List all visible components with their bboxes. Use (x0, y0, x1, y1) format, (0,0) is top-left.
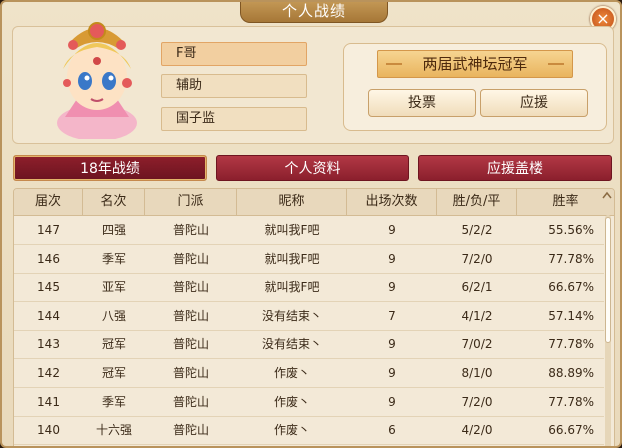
personal-record-window: 个人战绩 × F哥 辅助 国子监 两届武神坛冠军 投票 应援 18年战绩 个人资… (0, 0, 622, 448)
table-cell: 作废丶 (273, 394, 310, 409)
table-cell: 66.67% (548, 280, 594, 295)
record-table: 届次 名次 门派 昵称 出场次数 胜/负/平 胜率 147 四强 普陀山 就叫我F吧 9… (13, 188, 615, 446)
table-cell: 普陀山 (172, 251, 209, 266)
table-cell: 普陀山 (172, 337, 209, 352)
table-row[interactable]: 141 季军 普陀山 作废丶 9 7/2/0 77.78% (14, 388, 604, 417)
table-row[interactable]: 142 冠军 普陀山 作废丶 9 8/1/0 88.89% (14, 359, 604, 388)
table-cell: 9 (388, 394, 396, 409)
table-cell: 141 (37, 394, 60, 409)
table-cell: 季军 (101, 394, 126, 409)
table-cell: 普陀山 (172, 366, 209, 380)
table-cell: 4/2/0 (461, 423, 493, 438)
table-cell: 就叫我F吧 (264, 223, 320, 237)
table-cell: 就叫我F吧 (264, 251, 320, 266)
table-row[interactable]: 146 季军 普陀山 就叫我F吧 9 7/2/0 77.78% (14, 245, 604, 274)
table-cell: 57.14% (548, 308, 594, 323)
table-cell: 普陀山 (172, 423, 209, 438)
table-cell: 9 (388, 280, 396, 295)
scroll-up-icon[interactable] (602, 191, 612, 199)
tab-record[interactable]: 18年战绩 (13, 155, 207, 181)
table-cell: 作废丶 (273, 366, 310, 380)
table-cell: 140 (37, 423, 60, 438)
table-cell: 66.67% (548, 423, 594, 438)
table-cell: 4/1/2 (461, 308, 493, 323)
table-cell: 没有结束丶 (261, 308, 322, 323)
table-cell: 普陀山 (172, 223, 209, 237)
player-role-field: 辅助 (161, 74, 307, 98)
table-row[interactable]: 140 十六强 普陀山 作废丶 6 4/2/0 66.67% (14, 416, 604, 446)
table-cell: 9 (388, 251, 396, 266)
scrollbar-thumb[interactable] (605, 217, 611, 343)
player-school-field: 国子监 (161, 107, 307, 131)
table-cell: 季军 (101, 251, 126, 266)
character-portrait (57, 22, 137, 139)
table-cell: 普陀山 (172, 308, 209, 323)
table-cell: 没有结束丶 (261, 337, 322, 352)
table-cell: 普陀山 (172, 280, 209, 295)
header-season: 届次 (14, 189, 83, 215)
table-cell: 7/0/2 (461, 337, 493, 352)
table-cell: 8/1/0 (461, 366, 493, 380)
table-cell: 142 (37, 366, 60, 380)
support-button[interactable]: 应援 (480, 89, 588, 117)
table-cell: 147 (37, 223, 60, 237)
header-rank: 名次 (83, 189, 145, 215)
window-title: 个人战绩 (240, 2, 388, 23)
player-name-field: F哥 (161, 42, 307, 66)
table-cell: 作废丶 (273, 423, 310, 438)
table-cell: 冠军 (101, 366, 126, 380)
table-cell: 八强 (101, 308, 126, 323)
table-row[interactable]: 143 冠军 普陀山 没有结束丶 9 7/0/2 77.78% (14, 330, 604, 360)
table-cell: 9 (388, 223, 396, 237)
table-row[interactable]: 145 亚军 普陀山 就叫我F吧 9 6/2/1 66.67% (14, 273, 604, 303)
profile-panel: F哥 辅助 国子监 两届武神坛冠军 投票 应援 (12, 22, 614, 144)
scrollbar[interactable] (605, 215, 611, 446)
table-cell: 7/2/0 (461, 251, 493, 266)
table-cell: 7/2/0 (461, 394, 493, 409)
table-row[interactable]: 144 八强 普陀山 没有结束丶 7 4/1/2 57.14% (14, 302, 604, 331)
table-cell: 就叫我F吧 (264, 280, 320, 295)
table-cell: 9 (388, 337, 396, 352)
table-cell: 146 (37, 251, 60, 266)
table-cell: 9 (388, 366, 396, 380)
table-cell: 亚军 (101, 280, 126, 295)
header-win-rate: 胜率 (552, 194, 579, 209)
table-cell: 88.89% (548, 366, 594, 380)
table-cell: 77.78% (548, 251, 594, 266)
table-cell: 6/2/1 (461, 280, 493, 295)
table-cell: 6 (388, 423, 396, 438)
vote-button[interactable]: 投票 (368, 89, 476, 117)
table-header: 届次 名次 门派 昵称 出场次数 胜/负/平 胜率 (14, 189, 614, 216)
table-cell: 145 (37, 280, 60, 295)
table-cell: 5/2/2 (461, 223, 493, 237)
table-cell: 77.78% (548, 337, 594, 352)
honor-title: 两届武神坛冠军 (377, 50, 573, 78)
header-school: 门派 (145, 189, 237, 215)
header-appearances: 出场次数 (347, 189, 437, 215)
table-row[interactable]: 147 四强 普陀山 就叫我F吧 9 5/2/2 55.56% (14, 216, 604, 245)
header-nickname: 昵称 (237, 189, 347, 215)
table-cell: 普陀山 (172, 394, 209, 409)
table-cell: 77.78% (548, 394, 594, 409)
table-cell: 7 (388, 308, 396, 323)
honor-panel: 两届武神坛冠军 投票 应援 (343, 43, 607, 131)
header-win-loss-draw: 胜/负/平 (437, 189, 517, 215)
tab-support-thread[interactable]: 应援盖楼 (418, 155, 612, 181)
table-cell: 四强 (101, 223, 126, 237)
tab-profile[interactable]: 个人资料 (216, 155, 409, 181)
table-cell: 143 (37, 337, 60, 352)
table-cell: 144 (37, 308, 60, 323)
table-cell: 十六强 (95, 423, 132, 438)
table-cell: 55.56% (548, 223, 594, 237)
table-cell: 冠军 (101, 337, 126, 352)
